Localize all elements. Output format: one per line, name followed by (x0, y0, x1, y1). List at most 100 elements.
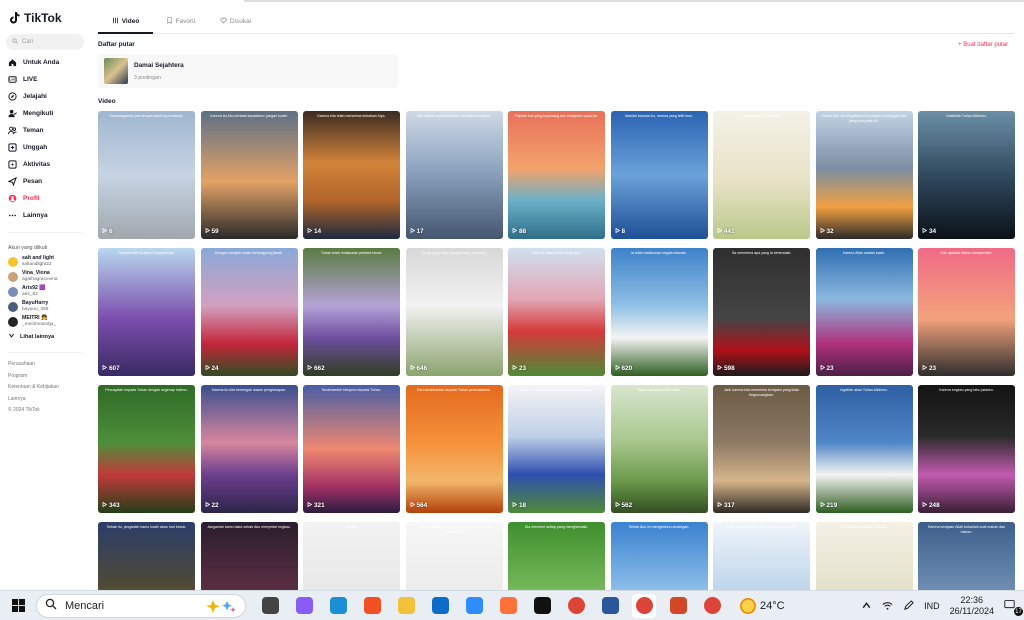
taskbar-app-file-explorer[interactable] (394, 594, 418, 618)
video-section-title: Video (98, 98, 116, 105)
taskbar-app-edge[interactable] (326, 594, 350, 618)
tab-video[interactable]: Video (98, 10, 153, 34)
video-thumbnail[interactable]: Filipilah kuk yang kupasang dan belajarl… (508, 111, 605, 239)
sidebar-item-activity[interactable]: Aktivitas (0, 156, 90, 173)
video-thumbnail[interactable]: Dan apabila dirimu memperoleh. 23 (918, 248, 1015, 376)
footer-link[interactable]: Perusahaan (0, 359, 90, 371)
video-thumbnail[interactable]: Tuhan yang baik, supaya kamu diberkati. 6… (405, 248, 503, 376)
video-caption: Percayalah kepada Tuhan dengan segenap h… (105, 388, 188, 392)
video-thumbnail[interactable]: Ia telah melakukan segala sesuatu. 620 (610, 248, 708, 376)
taskbar-app-word[interactable] (598, 594, 622, 618)
video-thumbnail[interactable]: Tuhan telah melakukan perkara besar. 662 (303, 248, 400, 376)
video-caption: Hal manusia menilai ketaatan. (839, 525, 889, 529)
sidebar-item-profile[interactable]: Profil (0, 190, 90, 207)
footer-link[interactable]: Lainnya (0, 394, 90, 406)
sidebar-item-friends[interactable]: Teman (0, 122, 90, 139)
taskbar-app-copilot[interactable] (292, 594, 316, 618)
taskbar-app-zoom[interactable] (462, 594, 486, 618)
view-count-value: 22 (211, 502, 219, 509)
video-thumbnail[interactable]: Serahkanlah hidupmu kepada Tuhan. 321 (303, 385, 400, 513)
weather-widget[interactable]: 24°C (740, 597, 785, 614)
video-thumbnail[interactable]: Akan tetapi Tuhan setia. 441 (713, 111, 810, 239)
video-thumbnail[interactable]: Allah di dalam kasih setia-Nya. 23 (508, 248, 605, 376)
account-handle: _mei3monintja_ (22, 321, 56, 327)
taskbar-app-tiktok[interactable] (530, 594, 554, 618)
taskbar-app-task-view[interactable] (258, 594, 282, 618)
following-account[interactable]: BayuHarry bayuuu_358 (0, 299, 90, 314)
taskbar-app-powerpoint[interactable] (666, 594, 690, 618)
sidebar-item-label: Unggah (23, 144, 48, 151)
clock[interactable]: 22:36 26/11/2024 (950, 595, 994, 618)
bolt-icon (8, 160, 17, 169)
sidebar-item-messages[interactable]: Pesan (0, 173, 90, 190)
video-thumbnail[interactable]: Serahkanlah kuatirmu kepada-Nya. 607 (98, 248, 195, 376)
wifi-icon[interactable] (882, 600, 893, 613)
taskbar-app-store[interactable] (360, 594, 384, 618)
language-indicator[interactable]: IND (924, 601, 940, 611)
video-thumbnail[interactable]: Jadi, karena kita menerima kerajaan yang… (713, 385, 810, 513)
footer-link[interactable]: Program (0, 371, 90, 383)
sidebar-item-live[interactable]: LIVE LIVE (0, 71, 90, 88)
see-more-button[interactable]: Lihat lainnya (0, 329, 90, 344)
taskbar-app-chrome-profile[interactable] (700, 594, 724, 618)
avatar (8, 286, 18, 297)
video-thumbnail[interactable]: Karena itu kita bermegah dalam pengharap… (200, 385, 298, 513)
taskbar-search[interactable]: Mencari (36, 593, 246, 618)
video-thumbnail[interactable]: Sa menerima apa yang Ia kehendaki. 598 (713, 248, 810, 376)
video-thumbnail[interactable]: Marilah kepada-Ku, semua yang letih lesu… (610, 111, 708, 239)
svg-text:LIVE: LIVE (10, 78, 16, 82)
video-thumbnail[interactable]: Tidak ada yang lebih indah. 562 (610, 385, 708, 513)
search-input[interactable]: Cari (6, 34, 84, 50)
view-count-value: 321 (314, 502, 325, 509)
taskbar-app-chrome[interactable] (564, 594, 588, 618)
video-thumbnail[interactable]: Dan damai sejahtera Allah memelihara hat… (405, 111, 503, 239)
video-thumbnail[interactable]: Sebab Aku ini mengetahui rancangan-ranca… (815, 111, 913, 239)
tab-favorit[interactable]: Favorit (153, 10, 208, 33)
playlist-card[interactable]: Damai Sejahtera 3 postingan (98, 54, 398, 88)
taskbar-app-outlook[interactable] (428, 594, 452, 618)
sidebar-item-upload[interactable]: Unggah (0, 139, 90, 156)
pen-icon[interactable] (903, 599, 914, 613)
video-thumbnail[interactable]: Dan serahkanlah kepada Tuhan perbuatanmu… (405, 385, 503, 513)
sidebar: TikTok Cari Untuk Anda LIVE LIVE Jelajahi Me… (0, 0, 90, 590)
play-icon (307, 501, 313, 509)
tab-disukai[interactable]: Disukai (208, 10, 263, 33)
following-account[interactable]: salt and light saltandlight22 (0, 254, 90, 269)
view-count-value: 14 (314, 228, 322, 235)
video-thumbnail[interactable]: Tuhan menunjukkan kasih-Nya kepada kamu.… (508, 385, 605, 513)
create-playlist-button[interactable]: + Buat daftar putar (958, 42, 1008, 48)
video-caption: Dan apabila dirimu memperoleh. (940, 251, 993, 255)
taskbar-app-firefox[interactable] (496, 594, 520, 618)
sidebar-item-more[interactable]: Lainnya (0, 207, 90, 224)
video-thumbnail[interactable]: Karena Allah adalah kasih. 23 (815, 248, 913, 376)
notification-center[interactable]: 17 (1004, 599, 1023, 616)
start-button[interactable] (0, 599, 36, 612)
divider (8, 352, 82, 353)
video-thumbnail[interactable]: Ingatlah akan Tuhan Allahmu. 219 (815, 385, 913, 513)
tiktok-logo[interactable]: TikTok (0, 8, 90, 28)
account-handle: bayuuu_358 (22, 306, 49, 312)
sidebar-item-label: Teman (23, 127, 44, 134)
footer-link[interactable]: Ketentuan & Kebijakan (0, 382, 90, 394)
video-caption: Kasihilah Tuhan Allahmu. (946, 114, 987, 118)
video-thumbnail[interactable]: Dengan menjadi selalu tertanggung jawab.… (200, 248, 298, 376)
video-thumbnail[interactable]: Karena kita telah menerima kebaikan-Nya.… (303, 111, 400, 239)
sidebar-item-explore[interactable]: Jelajahi (0, 88, 90, 105)
sidebar-item-for-you[interactable]: Untuk Anda (0, 54, 90, 71)
chevron-up-icon[interactable] (861, 600, 872, 613)
sidebar-item-following[interactable]: Mengikuti (0, 105, 90, 122)
video-thumbnail[interactable]: Kekuranganmu jadi tempat kasih-Nya beker… (98, 111, 195, 239)
video-thumbnail[interactable]: Kasihilah Tuhan Allahmu. 34 (918, 111, 1015, 239)
play-icon (820, 364, 825, 372)
taskbar-app-chrome-active[interactable] (632, 593, 656, 618)
play-icon (717, 227, 723, 235)
following-account[interactable]: Aris92 🟪 aris_92 (0, 284, 90, 299)
video-thumbnail[interactable]: Percayalah kepada Tuhan dengan segenap h… (98, 385, 195, 513)
video-thumbnail[interactable]: Karena engkau yang tahu jalanku. 248 (918, 385, 1015, 513)
following-account[interactable]: MEITRI 👧 _mei3monintja_ (0, 314, 90, 329)
view-count: 646 (410, 364, 427, 372)
video-thumbnail[interactable]: Karena itu Aku berkata kepadamu: jangan … (200, 111, 298, 239)
video-caption: Dengan menjadi selalu tertanggung jawab. (214, 251, 284, 255)
following-account[interactable]: Vina_Viona agathagracevina (0, 269, 90, 284)
video-caption: Karena itu kita bermegah dalam pengharap… (211, 388, 287, 392)
